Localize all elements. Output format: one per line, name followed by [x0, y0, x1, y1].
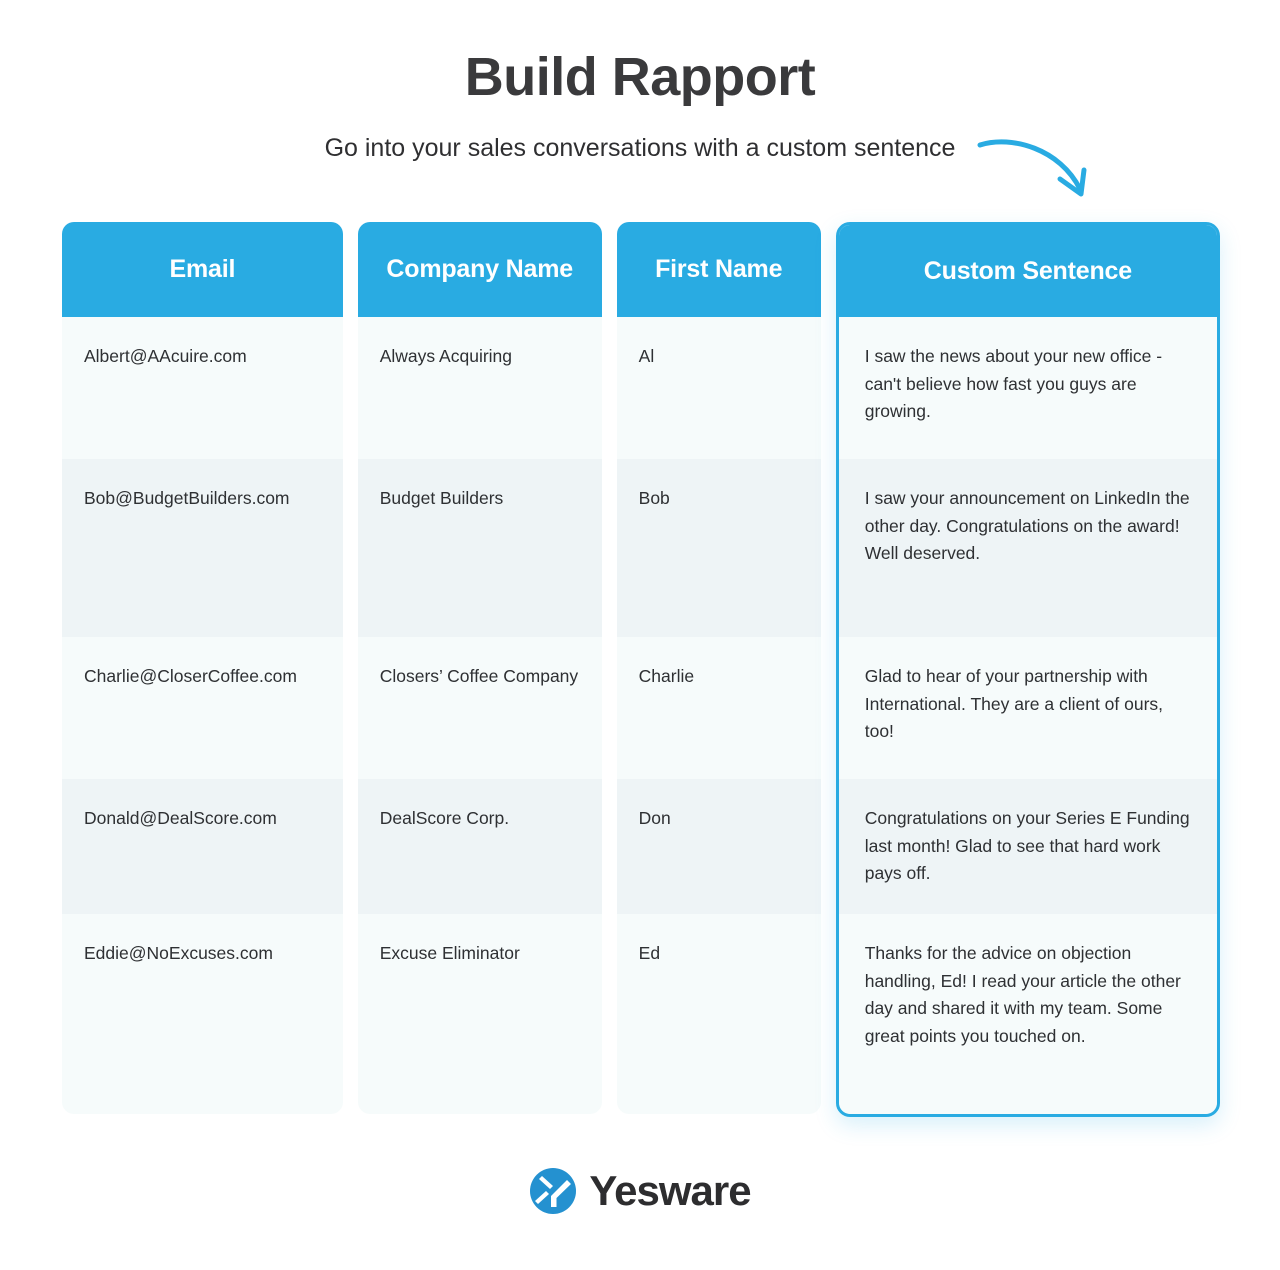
table-cell-email: Eddie@NoExcuses.com — [62, 914, 343, 1114]
highlighted-column-outline: Custom Sentence I saw the news about you… — [835, 222, 1220, 1117]
table-cell-first-name: Ed — [616, 914, 821, 1114]
column-header-custom-sentence: Custom Sentence — [838, 225, 1217, 317]
table-column-first-name: First Name Al Bob Charlie Don Ed — [616, 222, 821, 1114]
table-cell-email: Bob@BudgetBuilders.com — [62, 459, 343, 637]
column-body-first-name: Al Bob Charlie Don Ed — [616, 317, 821, 1114]
footer-brand: Yesware — [0, 1167, 1280, 1215]
table-cell-custom-sentence: I saw your announcement on LinkedIn the … — [838, 459, 1217, 637]
table-cell-first-name: Don — [616, 779, 821, 914]
table-cell-custom-sentence: Congratulations on your Series E Funding… — [838, 779, 1217, 914]
brand-wordmark: Yesware — [589, 1167, 751, 1214]
table-cell-company: Excuse Eliminator — [357, 914, 602, 1114]
table-cell-email: Donald@DealScore.com — [62, 779, 343, 914]
table-cell-email: Albert@AAcuire.com — [62, 317, 343, 459]
yesware-logo-icon — [529, 1167, 577, 1215]
page-subtitle: Go into your sales conversations with a … — [324, 134, 956, 162]
table-cell-first-name: Bob — [616, 459, 821, 637]
table-column-email: Email Albert@AAcuire.com Bob@BudgetBuild… — [62, 222, 343, 1114]
table-cell-company: Closers’ Coffee Company — [357, 637, 602, 779]
table-cell-custom-sentence: I saw the news about your new office - c… — [838, 317, 1217, 459]
table-column-custom-sentence: Custom Sentence I saw the news about you… — [835, 222, 1220, 1117]
page-title: Build Rapport — [464, 47, 816, 107]
table-cell-company: DealScore Corp. — [357, 779, 602, 914]
column-body-company-name: Always Acquiring Budget Builders Closers… — [357, 317, 602, 1114]
table-cell-first-name: Al — [616, 317, 821, 459]
table-cell-custom-sentence: Glad to hear of your partnership with In… — [838, 637, 1217, 779]
table-column-company-name: Company Name Always Acquiring Budget Bui… — [357, 222, 602, 1114]
table-cell-company: Budget Builders — [357, 459, 602, 637]
table-cell-first-name: Charlie — [616, 637, 821, 779]
column-body-custom-sentence: I saw the news about your new office - c… — [838, 317, 1217, 1114]
column-header-first-name: First Name — [616, 222, 821, 317]
table-cell-company: Always Acquiring — [357, 317, 602, 459]
column-header-company-name: Company Name — [357, 222, 602, 317]
column-header-email: Email — [62, 222, 343, 317]
table-cell-email: Charlie@CloserCoffee.com — [62, 637, 343, 779]
infographic-page: Build Rapport Go into your sales convers… — [0, 0, 1280, 1270]
rapport-table: Email Albert@AAcuire.com Bob@BudgetBuild… — [62, 222, 1220, 1117]
column-body-email: Albert@AAcuire.com Bob@BudgetBuilders.co… — [62, 317, 343, 1114]
table-cell-custom-sentence: Thanks for the advice on objection handl… — [838, 914, 1217, 1114]
